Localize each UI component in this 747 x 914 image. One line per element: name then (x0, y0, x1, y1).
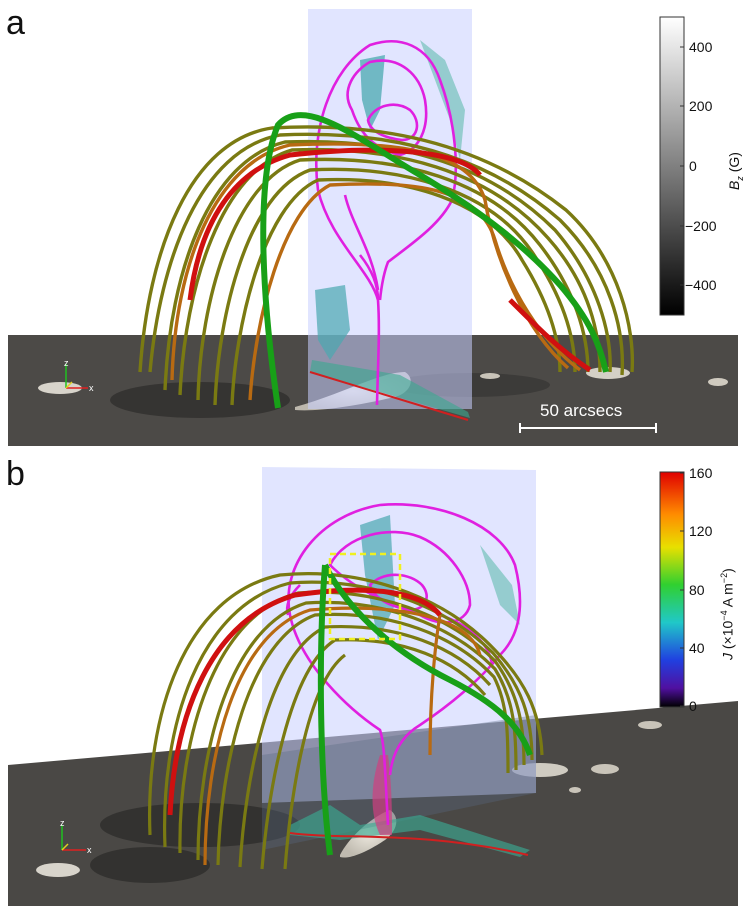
colorbar-title-exp2: −2 (719, 572, 729, 584)
bright-patch (569, 787, 581, 793)
bright-patch (36, 863, 80, 877)
colorbar-title-unit: (×10 (719, 620, 736, 653)
bright-patch (638, 721, 662, 729)
bright-patch (480, 373, 500, 379)
dark-patch (90, 847, 210, 883)
axis-x-label: x (89, 383, 94, 393)
colorbar-title-j: J (×10−4 A m−2) (719, 568, 736, 660)
panel-a: a z x 50 arcsecs 400 200 0 −200 −400 Bz … (0, 0, 747, 452)
colorbar-tick-label: 120 (689, 523, 713, 539)
scene-b: z x (8, 467, 738, 906)
colorbar-tick-label: −400 (685, 277, 717, 293)
colorbar-title-unit: (G) (726, 152, 742, 177)
colorbar-tick-label: 0 (689, 698, 697, 714)
colorbar-title-unit2: A m (719, 583, 736, 611)
colorbar-title-close: ) (719, 568, 736, 573)
axis-x-label: x (87, 845, 92, 855)
colorbar-tick-label: 160 (689, 465, 713, 481)
colorbar-tick-label: 400 (689, 39, 713, 55)
colorbar-tick-label: 200 (689, 98, 713, 114)
colorbar-title-sub: z (734, 176, 745, 181)
bright-patch (708, 378, 728, 386)
colorbar-tick-label: 40 (689, 640, 705, 656)
colorbar-title-main: J (719, 653, 736, 660)
bright-patch (591, 764, 619, 774)
colorbar-title-bz: Bz (G) (726, 152, 745, 190)
colorbar-tick-label: 80 (689, 582, 705, 598)
colorbar-tick-label: 0 (689, 158, 697, 174)
colorbar-title-main: B (726, 180, 742, 190)
colorbar-title-exp: −4 (719, 610, 729, 621)
scene-a: z x (8, 9, 738, 446)
scale-bar-label: 50 arcsecs (540, 401, 623, 420)
axis-z-label: z (60, 818, 65, 828)
colorbar-tick-label: −200 (685, 218, 717, 234)
panel-b: b z x 160 120 80 40 0 J (×10−4 A m−2) (0, 455, 747, 914)
axis-z-label: z (64, 358, 69, 368)
